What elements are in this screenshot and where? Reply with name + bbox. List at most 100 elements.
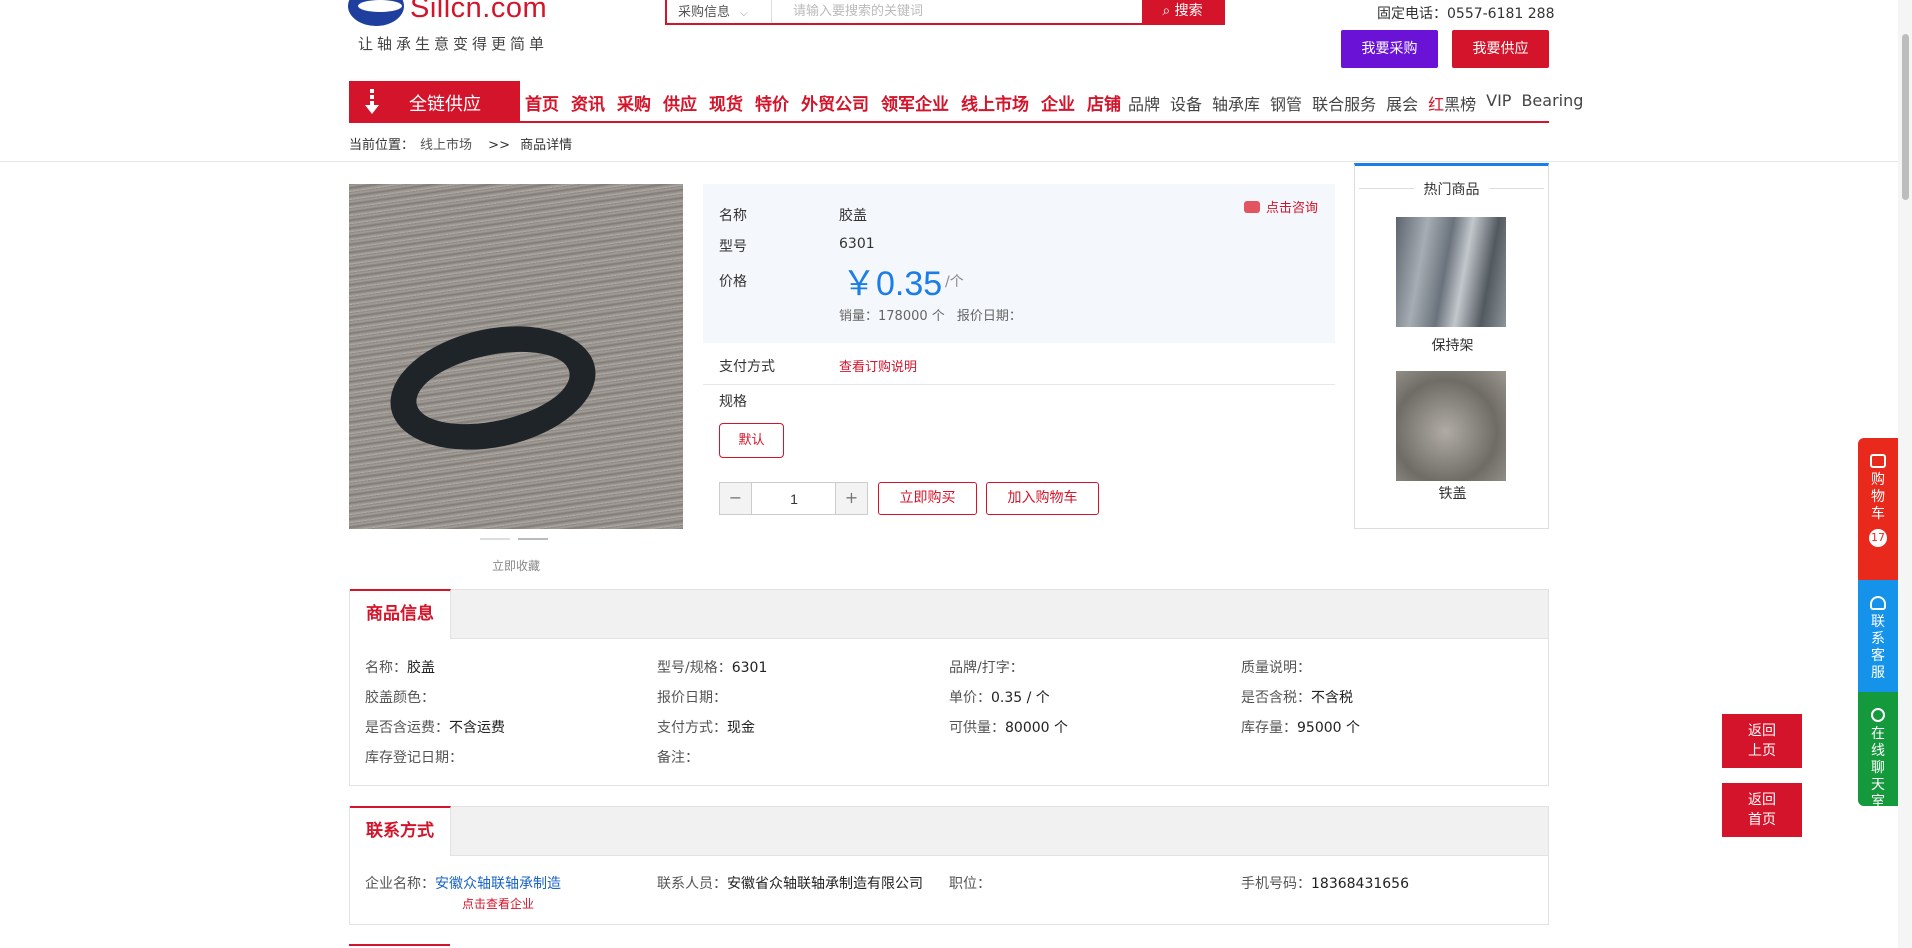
row-divider: [703, 384, 1335, 385]
side-cart-button[interactable]: 购物车 17: [1858, 438, 1898, 580]
info-value: 现金: [727, 720, 755, 736]
mobile-label: 手机号码：: [1241, 876, 1311, 892]
info-cell: 是否含运费：不含运费: [365, 717, 505, 737]
search-button[interactable]: ⌕ 搜索: [1142, 0, 1223, 24]
breadcrumb-label: 当前位置：: [349, 138, 415, 153]
nav-item-market[interactable]: 线上市场: [961, 90, 1029, 115]
nav-item-joint-service[interactable]: 联合服务: [1312, 91, 1376, 115]
cart-icon: [1870, 454, 1886, 468]
nav-item-steel-pipe[interactable]: 钢管: [1270, 91, 1302, 115]
scrollbar-thumb[interactable]: [1902, 34, 1909, 200]
search-button-label: 搜索: [1174, 3, 1203, 19]
hot-product-label[interactable]: 保持架: [1355, 335, 1550, 355]
nav-item-stock[interactable]: 现货: [709, 90, 743, 115]
purchase-button[interactable]: 我要采购: [1341, 30, 1438, 68]
hot-product-image[interactable]: [1396, 371, 1506, 481]
nav-item-equipment[interactable]: 设备: [1170, 91, 1202, 115]
nav-item-vip[interactable]: VIP: [1486, 91, 1511, 115]
info-cell: 型号/规格：6301: [657, 657, 767, 677]
quantity-increase-button[interactable]: +: [835, 483, 867, 514]
tab-contact[interactable]: 联系方式: [350, 806, 451, 856]
order-instructions-link[interactable]: 查看订购说明: [839, 356, 917, 375]
nav-item-redblack[interactable]: 红黑榜: [1428, 91, 1476, 115]
redblack-red: 红: [1428, 95, 1445, 114]
side-chat-button[interactable]: 在线聊天室: [1858, 692, 1898, 806]
contact-person-cell: 联系人员：安徽省众轴联轴承制造有限公司: [657, 873, 923, 893]
hot-product-label[interactable]: 铁盖: [1355, 483, 1550, 503]
nav-category-button[interactable]: 全链供应: [349, 81, 520, 123]
quantity-decrease-button[interactable]: −: [720, 483, 752, 514]
nav-item-purchase[interactable]: 采购: [617, 90, 651, 115]
product-image[interactable]: [349, 184, 683, 529]
company-label: 企业名称：: [365, 876, 435, 892]
hot-product-image[interactable]: [1396, 217, 1506, 327]
side-service-button[interactable]: 联系客服: [1858, 580, 1898, 692]
view-company-link[interactable]: 点击查看企业: [462, 895, 534, 912]
thumbnail-indicator[interactable]: [480, 538, 510, 540]
arrow-down-icon: [365, 89, 379, 114]
info-value: 95000 个: [1297, 720, 1360, 736]
nav-item-bearing-lib[interactable]: 轴承库: [1212, 91, 1260, 115]
contact-person-value: 安徽省众轴联轴承制造有限公司: [727, 876, 923, 892]
back-prev-line2: 上页: [1748, 743, 1776, 759]
back-prev-line1: 返回: [1748, 723, 1776, 739]
search-category-select[interactable]: 采购信息 ⌵: [667, 0, 772, 23]
info-key: 库存登记日期：: [365, 750, 463, 766]
consult-button[interactable]: 点击咨询: [1244, 197, 1318, 216]
info-key: 可供量：: [949, 720, 1005, 736]
info-cell: 支付方式：现金: [657, 717, 755, 737]
nav-item-shop[interactable]: 店铺: [1087, 90, 1121, 115]
add-to-cart-button[interactable]: 加入购物车: [986, 482, 1099, 515]
info-cell: 单价：0.35 / 个: [949, 687, 1050, 707]
name-label: 名称: [719, 208, 747, 224]
info-cell: 胶盖颜色：: [365, 687, 435, 707]
logo-mark-icon: [348, 0, 404, 26]
search-input[interactable]: [773, 0, 1108, 23]
info-key: 是否含运费：: [365, 720, 449, 736]
nav-item-news[interactable]: 资讯: [571, 90, 605, 115]
contact-section: 联系方式 企业名称：安徽众轴联轴承制造 点击查看企业 联系人员：安徽省众轴联轴承…: [349, 806, 1549, 925]
info-cell: 库存登记日期：: [365, 747, 463, 767]
breadcrumb-parent-link[interactable]: 线上市场: [420, 138, 472, 153]
mobile-cell: 手机号码：18368431656: [1241, 873, 1409, 893]
hot-products-title: 热门商品: [1355, 179, 1548, 199]
info-value: 0.35 / 个: [991, 690, 1050, 706]
position-label: 职位：: [949, 876, 991, 892]
site-logo[interactable]: Sillcn.com 让轴承生意变得更简单: [348, 0, 568, 54]
side-cart-label: 购物车: [1871, 472, 1885, 522]
nav-item-brand[interactable]: 品牌: [1128, 91, 1160, 115]
nav-item-supply[interactable]: 供应: [663, 90, 697, 115]
nav-category-label: 全链供应: [409, 94, 481, 115]
nav-item-trade[interactable]: 外贸公司: [801, 90, 869, 115]
supply-button[interactable]: 我要供应: [1452, 30, 1549, 68]
nav-item-special[interactable]: 特价: [755, 90, 789, 115]
buy-now-button[interactable]: 立即购买: [878, 482, 977, 515]
main-nav: 全链供应 首页 资讯 采购 供应 现货 特价 外贸公司 领军企业 线上市场 企业…: [349, 81, 1583, 123]
consult-label: 点击咨询: [1266, 201, 1319, 216]
info-key: 胶盖颜色：: [365, 690, 435, 706]
headset-icon: [1870, 596, 1886, 610]
nav-sub-items: 品牌 设备 轴承库 钢管 联合服务 展会 红黑榜 VIP Bearing: [1128, 91, 1583, 115]
company-link[interactable]: 安徽众轴联轴承制造: [435, 876, 561, 892]
collect-button[interactable]: 立即收藏: [492, 557, 540, 574]
cart-count-badge: 17: [1869, 529, 1887, 547]
nav-item-bearing[interactable]: Bearing: [1521, 91, 1583, 115]
site-slogan: 让轴承生意变得更简单: [358, 35, 549, 53]
nav-item-home[interactable]: 首页: [525, 90, 559, 115]
spec-option-default[interactable]: 默认: [719, 423, 784, 458]
info-key: 备注：: [657, 750, 699, 766]
header-divider: [0, 161, 1912, 162]
back-home-button[interactable]: 返回 首页: [1722, 783, 1802, 837]
page-scrollbar[interactable]: [1898, 0, 1912, 948]
search-category-value: 采购信息: [678, 5, 731, 20]
tab-goods-info[interactable]: 商品信息: [350, 589, 451, 639]
nav-item-enterprise[interactable]: 企业: [1041, 90, 1075, 115]
info-cell: 质量说明：: [1241, 657, 1311, 677]
quantity-input[interactable]: [753, 483, 835, 514]
info-value: 80000 个: [1005, 720, 1068, 736]
contact-person-label: 联系人员：: [657, 876, 727, 892]
back-previous-button[interactable]: 返回 上页: [1722, 714, 1802, 768]
nav-item-leading[interactable]: 领军企业: [881, 90, 949, 115]
thumbnail-indicator[interactable]: [518, 538, 548, 540]
nav-item-exhibition[interactable]: 展会: [1386, 91, 1418, 115]
